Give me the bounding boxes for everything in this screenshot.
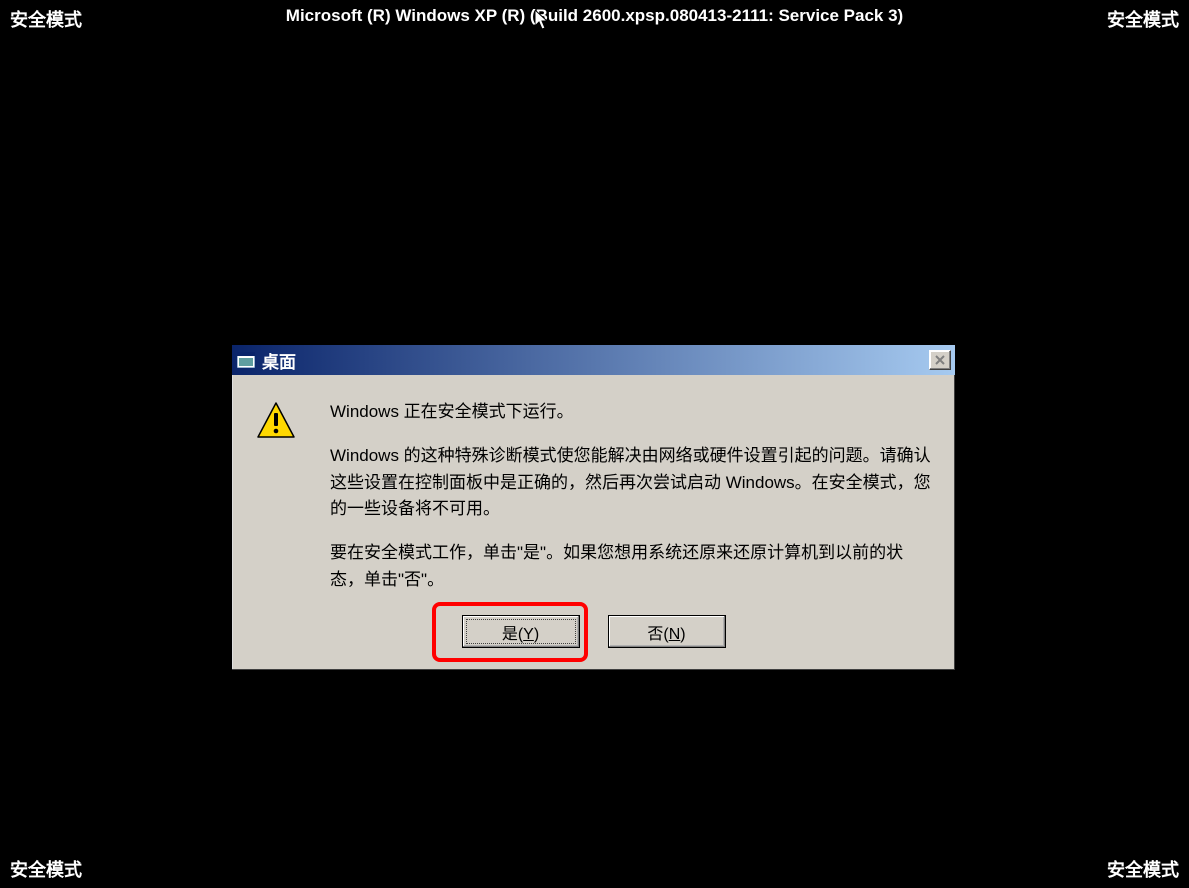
no-button[interactable]: 否(N) xyxy=(608,615,726,648)
dialog-title: 桌面 xyxy=(262,348,929,373)
yes-button[interactable]: 是(Y) xyxy=(462,615,580,648)
dialog-titlebar[interactable]: 桌面 xyxy=(232,345,955,375)
safe-mode-corner-br: 安全模式 xyxy=(1107,856,1179,882)
dialog-body: Windows 正在安全模式下运行。 Windows 的这种特殊诊断模式使您能解… xyxy=(232,375,955,605)
dialog-message-line3: 要在安全模式工作，单击"是"。如果您想用系统还原来还原计算机到以前的状态，单击"… xyxy=(330,540,931,593)
dialog-button-row: 是(Y) 否(N) xyxy=(232,605,955,670)
safe-mode-corner-bl: 安全模式 xyxy=(10,856,82,882)
dialog-message-area: Windows 正在安全模式下运行。 Windows 的这种特殊诊断模式使您能解… xyxy=(312,399,931,593)
os-build-header: Microsoft (R) Windows XP (R) (Build 2600… xyxy=(286,6,903,26)
safe-mode-dialog: 桌面 Windows 正在安全模式下运行。 Windows 的这种特殊诊断模式使… xyxy=(231,344,956,671)
no-button-label: 否(N) xyxy=(647,620,685,644)
safe-mode-corner-tr: 安全模式 xyxy=(1107,6,1179,32)
safe-mode-corner-tl: 安全模式 xyxy=(10,6,82,32)
dialog-icon-area xyxy=(256,399,312,593)
yes-button-label: 是(Y) xyxy=(502,620,539,644)
dialog-message-line1: Windows 正在安全模式下运行。 xyxy=(330,399,931,425)
close-icon xyxy=(935,353,945,368)
warning-icon xyxy=(256,401,296,441)
close-button[interactable] xyxy=(929,350,951,370)
desktop-icon xyxy=(236,350,256,370)
dialog-message-line2: Windows 的这种特殊诊断模式使您能解决由网络或硬件设置引起的问题。请确认这… xyxy=(330,443,931,522)
